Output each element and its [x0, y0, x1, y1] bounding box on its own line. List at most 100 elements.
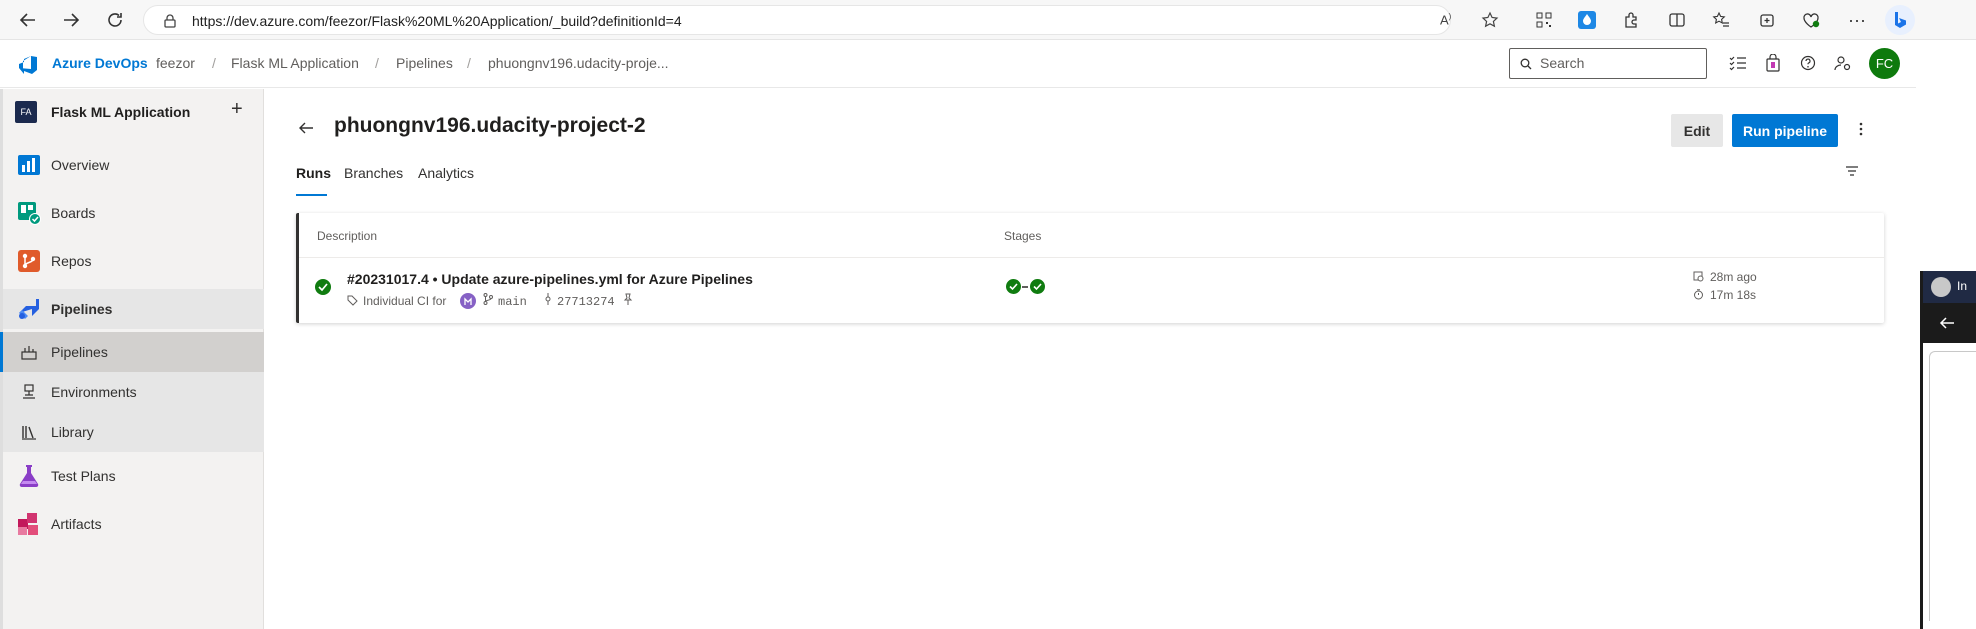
favorites-icon[interactable]: [1709, 8, 1733, 32]
overview-icon: [16, 152, 42, 178]
back-arrow-icon[interactable]: [298, 121, 314, 135]
run-pipeline-button[interactable]: Run pipeline: [1732, 114, 1838, 147]
sidebar-subitem-environments[interactable]: Environments: [3, 372, 264, 412]
breadcrumb-pipelines[interactable]: Pipelines: [396, 55, 453, 71]
branch-icon: [483, 293, 493, 305]
brand-name[interactable]: Azure DevOps: [52, 55, 148, 71]
breadcrumb-separator: /: [467, 55, 471, 71]
collections-icon[interactable]: [1755, 8, 1779, 32]
run-trigger: Individual CI for: [363, 294, 447, 308]
popup-content-panel: [1929, 351, 1976, 621]
sidebar-item-label: Test Plans: [51, 468, 116, 484]
breadcrumb-separator: /: [212, 55, 216, 71]
search-box[interactable]: [1509, 48, 1707, 79]
library-icon: [20, 423, 38, 441]
forward-icon[interactable]: [57, 6, 85, 34]
boards-icon: [16, 200, 42, 226]
bing-copilot-icon[interactable]: [1885, 5, 1915, 35]
pipelines-sub-icon: [20, 343, 38, 361]
project-sidebar: FA Flask ML Application + Overview Board…: [0, 89, 264, 629]
success-status-icon: [314, 278, 332, 296]
stopwatch-icon: [1693, 289, 1704, 300]
project-name[interactable]: Flask ML Application: [51, 104, 190, 120]
user-settings-icon[interactable]: [1834, 55, 1852, 71]
browser-essentials-icon[interactable]: [1799, 8, 1823, 32]
breadcrumb-organization[interactable]: feezor: [156, 55, 195, 71]
popup-back-icon[interactable]: [1939, 316, 1955, 330]
add-icon[interactable]: +: [231, 98, 243, 121]
sidebar-item-label: Pipelines: [51, 301, 113, 317]
pipelines-icon: [16, 296, 42, 322]
table-row[interactable]: #20231017.4 • Update azure-pipelines.yml…: [299, 258, 1884, 320]
popup-header: In: [1923, 271, 1976, 303]
sidebar-item-label: Artifacts: [51, 516, 102, 532]
run-duration: 17m 18s: [1710, 288, 1757, 302]
edit-button[interactable]: Edit: [1671, 114, 1723, 147]
branch-name[interactable]: main: [498, 295, 527, 309]
popup-title: In: [1957, 279, 1968, 293]
sidebar-item-repos[interactable]: Repos: [3, 241, 264, 281]
sidebar-item-boards[interactable]: Boards: [3, 193, 264, 233]
tab-branches[interactable]: Branches: [344, 165, 403, 181]
column-header-description: Description: [317, 229, 378, 243]
avatar[interactable]: FC: [1869, 48, 1900, 79]
breadcrumb-separator: /: [375, 55, 379, 71]
commit-id[interactable]: 27713274: [557, 295, 615, 309]
refresh-icon[interactable]: [101, 6, 129, 34]
stage-2-success-icon[interactable]: [1029, 278, 1046, 295]
stage-connector: [1022, 286, 1028, 288]
pin-icon[interactable]: [623, 293, 633, 305]
test-plans-icon: [16, 463, 42, 489]
selected-indicator: [0, 332, 3, 372]
work-items-icon[interactable]: [1729, 55, 1747, 71]
tab-analytics[interactable]: Analytics: [418, 165, 474, 181]
help-icon[interactable]: [1800, 55, 1816, 71]
breadcrumb-project[interactable]: Flask ML Application: [231, 55, 359, 71]
more-actions-icon[interactable]: [1858, 120, 1864, 138]
sidebar-item-label: Environments: [51, 384, 137, 400]
favorite-star-icon[interactable]: [1481, 11, 1499, 29]
sidebar-item-pipelines[interactable]: Pipelines: [3, 289, 264, 329]
sidebar-item-label: Library: [51, 424, 94, 440]
read-aloud-icon[interactable]: A): [1440, 12, 1451, 27]
sidebar-item-label: Pipelines: [51, 344, 108, 360]
project-badge[interactable]: FA: [15, 101, 37, 123]
address-url[interactable]: https://dev.azure.com/feezor/Flask%20ML%…: [192, 13, 682, 29]
split-screen-icon[interactable]: [1665, 8, 1689, 32]
artifacts-icon: [16, 511, 42, 537]
side-popup-window: In: [1920, 271, 1976, 629]
marketplace-bag-icon[interactable]: [1766, 54, 1780, 72]
extensions-icon[interactable]: [1619, 8, 1643, 32]
search-input[interactable]: [1540, 55, 1700, 71]
filter-icon[interactable]: [1844, 164, 1860, 178]
calendar-clock-icon: [1693, 271, 1704, 282]
profile-avatar-icon[interactable]: [1931, 277, 1951, 297]
popup-toolbar: [1923, 303, 1976, 343]
lock-icon[interactable]: [164, 14, 176, 28]
sidebar-item-overview[interactable]: Overview: [3, 145, 264, 185]
sidebar-subitem-pipelines[interactable]: Pipelines: [0, 332, 264, 372]
azure-devops-header: Azure DevOps feezor / Flask ML Applicati…: [0, 40, 1916, 88]
qr-icon[interactable]: [1532, 8, 1556, 32]
runs-table: Description Stages #20231017.4 • Update …: [296, 213, 1884, 323]
repos-icon: [16, 248, 42, 274]
sidebar-subitem-library[interactable]: Library: [3, 412, 264, 452]
run-title[interactable]: #20231017.4 • Update azure-pipelines.yml…: [347, 271, 753, 287]
water-drop-extension-icon[interactable]: [1575, 8, 1599, 32]
sidebar-item-label: Boards: [51, 205, 96, 221]
azure-devops-logo-icon[interactable]: [17, 53, 39, 75]
breadcrumb-pipeline[interactable]: phuongnv196.udacity-proje...: [488, 55, 669, 71]
column-header-stages: Stages: [1004, 229, 1042, 243]
sidebar-item-artifacts[interactable]: Artifacts: [3, 504, 264, 544]
tag-icon: [347, 295, 358, 306]
back-icon[interactable]: [14, 6, 42, 34]
more-options-icon[interactable]: ···: [1845, 8, 1869, 32]
sidebar-item-test-plans[interactable]: Test Plans: [3, 456, 264, 496]
browser-toolbar: https://dev.azure.com/feezor/Flask%20ML%…: [0, 0, 1976, 40]
stage-1-success-icon[interactable]: [1005, 278, 1022, 295]
sidebar-item-label: Repos: [51, 253, 92, 269]
user-avatar-icon[interactable]: [460, 293, 476, 309]
tab-runs[interactable]: Runs: [296, 165, 331, 181]
run-time-ago: 28m ago: [1710, 270, 1757, 284]
address-bar[interactable]: https://dev.azure.com/feezor/Flask%20ML%…: [143, 5, 1499, 35]
